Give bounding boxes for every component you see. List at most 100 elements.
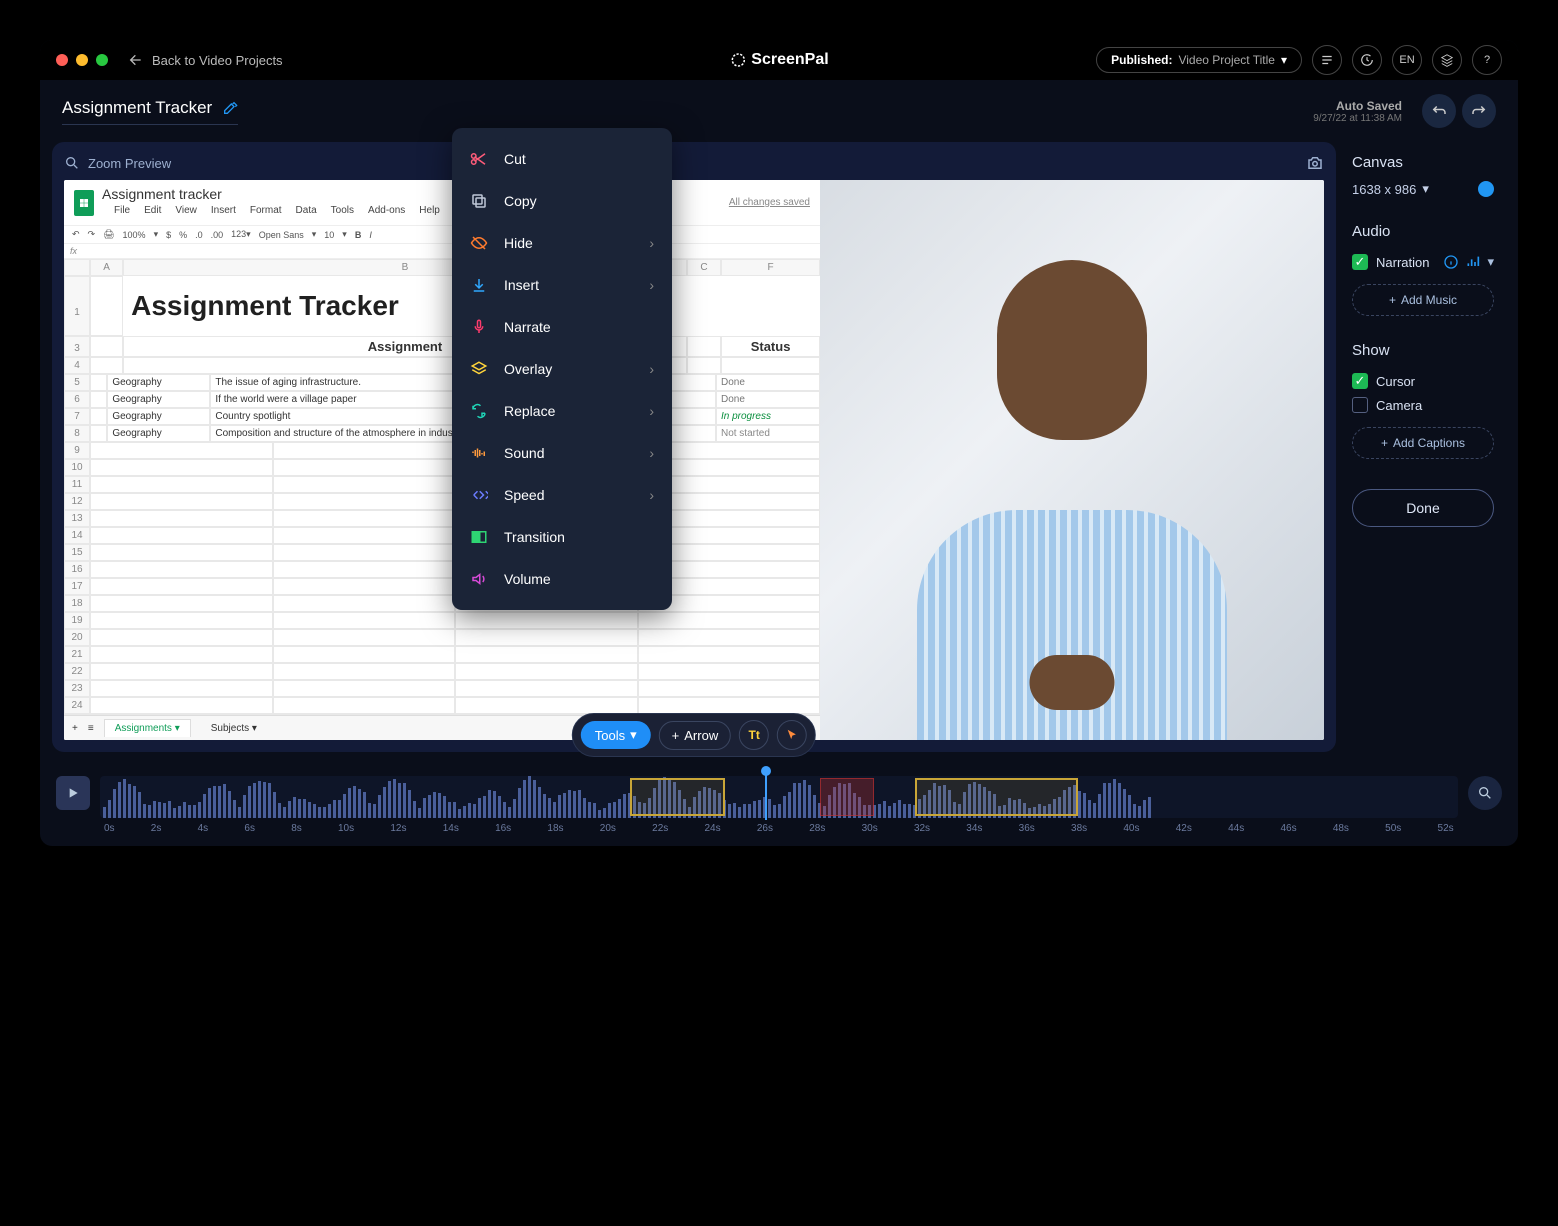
canvas-section-title: Canvas xyxy=(1352,154,1494,171)
search-icon xyxy=(1477,785,1493,801)
ctx-replace[interactable]: Replace› xyxy=(452,390,672,432)
published-label: Published: xyxy=(1111,53,1172,67)
list-button[interactable] xyxy=(1312,45,1342,75)
add-captions-button[interactable]: +Add Captions xyxy=(1352,427,1494,459)
titlebar: Back to Video Projects ScreenPal Publish… xyxy=(40,40,1518,80)
layers-icon xyxy=(1440,53,1454,67)
tab-subjects[interactable]: Subjects ▾ xyxy=(201,720,267,737)
chevron-right-icon: › xyxy=(649,235,654,251)
language-button[interactable]: EN xyxy=(1392,45,1422,75)
chevron-right-icon: › xyxy=(649,361,654,377)
chevron-right-icon: › xyxy=(649,403,654,419)
help-button[interactable]: ? xyxy=(1472,45,1502,75)
project-title[interactable]: Assignment Tracker xyxy=(62,98,238,125)
playhead[interactable] xyxy=(765,770,767,820)
window-controls xyxy=(56,54,108,66)
canvas-color-swatch[interactable] xyxy=(1478,181,1494,197)
info-icon[interactable] xyxy=(1443,254,1459,270)
publish-dropdown[interactable]: Published: Video Project Title ▾ xyxy=(1096,47,1302,73)
canvas-dimensions[interactable]: 1638 x 986▾ xyxy=(1352,181,1494,197)
video-preview[interactable]: Assignment tracker FileEditViewInsertFor… xyxy=(64,180,1324,740)
arrow-left-icon xyxy=(128,52,144,68)
timeline-ticks: 0s2s4s6s8s10s12s14s16s18s20s22s24s26s28s… xyxy=(100,823,1458,834)
ctx-label: Speed xyxy=(504,487,544,503)
done-button[interactable]: Done xyxy=(1352,489,1494,527)
edit-title-icon[interactable] xyxy=(222,100,238,116)
webcam-preview xyxy=(820,180,1324,740)
camera-row[interactable]: Camera xyxy=(1352,393,1494,417)
cursor-checkbox[interactable]: ✓ xyxy=(1352,373,1368,389)
replace-icon xyxy=(470,402,488,420)
chevron-right-icon: › xyxy=(649,445,654,461)
cursor-label: Cursor xyxy=(1376,374,1415,389)
ctx-copy[interactable]: Copy xyxy=(452,180,672,222)
ctx-speed[interactable]: Speed › xyxy=(452,474,672,516)
minimize-window-button[interactable] xyxy=(76,54,88,66)
arrow-button[interactable]: +Arrow xyxy=(659,721,732,750)
spreadsheet-grid: ABCF 1Assignment Tracker 3AssignmentStat… xyxy=(64,259,820,374)
tab-assignments[interactable]: Assignments ▾ xyxy=(104,719,191,737)
sheets-icon xyxy=(74,190,94,216)
ctx-label: Narrate xyxy=(504,319,551,335)
audio-levels-icon[interactable] xyxy=(1465,254,1481,270)
hide-icon xyxy=(470,234,488,252)
canvas-area: Zoom Preview Assignment tracker FileEdit… xyxy=(52,142,1336,752)
maximize-window-button[interactable] xyxy=(96,54,108,66)
volume-icon xyxy=(470,570,488,588)
cursor-row[interactable]: ✓ Cursor xyxy=(1352,369,1494,393)
spreadsheet-menu: FileEditViewInsertFormatDataToolsAdd-ons… xyxy=(102,202,452,219)
add-sheet-button[interactable]: + xyxy=(72,723,78,734)
ctx-label: Sound xyxy=(504,445,544,461)
list-icon xyxy=(1320,53,1334,67)
play-icon xyxy=(65,785,81,801)
redo-button[interactable] xyxy=(1462,94,1496,128)
timeline-search-button[interactable] xyxy=(1468,776,1502,810)
ctx-cut[interactable]: Cut xyxy=(452,138,672,180)
ctx-label: Hide xyxy=(504,235,533,251)
ctx-overlay[interactable]: Overlay › xyxy=(452,348,672,390)
project-title-text: Assignment Tracker xyxy=(62,98,212,118)
autosave-time: 9/27/22 at 11:38 AM xyxy=(1313,113,1402,124)
doc-title: Assignment tracker xyxy=(102,186,452,202)
right-panel: Canvas 1638 x 986▾ Audio ✓ Narration ▾ +… xyxy=(1336,142,1506,752)
ctx-transition[interactable]: Transition xyxy=(452,516,672,558)
tools-dropdown[interactable]: Tools ▾ xyxy=(581,721,651,749)
transition-icon xyxy=(470,528,488,546)
fx-label: fx xyxy=(70,246,77,256)
help-icon: ? xyxy=(1484,54,1490,66)
zoom-icon[interactable] xyxy=(64,155,80,171)
back-button[interactable]: Back to Video Projects xyxy=(128,52,283,68)
play-button[interactable] xyxy=(56,776,90,810)
narration-checkbox[interactable]: ✓ xyxy=(1352,254,1368,270)
ctx-sound[interactable]: Sound › xyxy=(452,432,672,474)
chevron-right-icon: › xyxy=(649,487,654,503)
undo-button[interactable] xyxy=(1422,94,1456,128)
cursor-icon xyxy=(785,728,799,742)
narration-row[interactable]: ✓ Narration ▾ xyxy=(1352,250,1494,274)
add-music-button[interactable]: +Add Music xyxy=(1352,284,1494,316)
timeline-track[interactable]: 0s2s4s6s8s10s12s14s16s18s20s22s24s26s28s… xyxy=(100,776,1458,834)
ctx-hide[interactable]: Hide › xyxy=(452,222,672,264)
cursor-tool-button[interactable] xyxy=(777,720,807,750)
floating-toolbar: Tools ▾ +Arrow Tt xyxy=(572,713,816,757)
chevron-down-icon[interactable]: ▾ xyxy=(1487,254,1494,270)
layers-button[interactable] xyxy=(1432,45,1462,75)
ctx-label: Transition xyxy=(504,529,565,545)
camera-checkbox[interactable] xyxy=(1352,397,1368,413)
all-sheets-button[interactable]: ≡ xyxy=(88,723,94,734)
audio-section-title: Audio xyxy=(1352,223,1494,240)
back-label: Back to Video Projects xyxy=(152,53,283,68)
ctx-volume[interactable]: Volume xyxy=(452,558,672,600)
sound-icon xyxy=(470,444,488,462)
redo-icon xyxy=(1470,102,1488,120)
zoom-preview-label: Zoom Preview xyxy=(88,156,171,171)
ctx-narrate[interactable]: Narrate xyxy=(452,306,672,348)
close-window-button[interactable] xyxy=(56,54,68,66)
chevron-right-icon: › xyxy=(649,277,654,293)
chevron-down-icon: ▾ xyxy=(1281,53,1287,67)
ctx-insert[interactable]: Insert› xyxy=(452,264,672,306)
history-button[interactable] xyxy=(1352,45,1382,75)
text-tool-button[interactable]: Tt xyxy=(739,720,769,750)
camera-icon[interactable] xyxy=(1306,154,1324,172)
ctx-label: Overlay xyxy=(504,361,552,377)
